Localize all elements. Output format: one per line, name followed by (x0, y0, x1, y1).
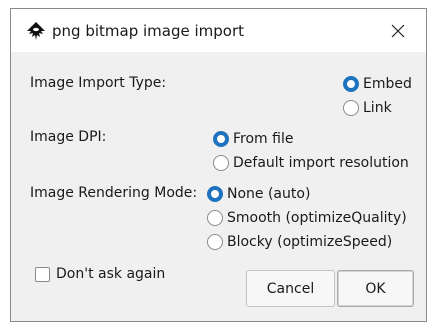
dont-ask-checkbox[interactable]: Don't ask again (35, 264, 165, 284)
import-type-label: Image Import Type: (30, 75, 167, 91)
radio-blocky-label: Blocky (optimizeSpeed) (227, 234, 393, 250)
radio-default-resolution-label: Default import resolution (233, 155, 409, 171)
radio-none-auto[interactable]: None (auto) (207, 184, 310, 204)
radio-none-auto-label: None (auto) (227, 186, 311, 202)
cancel-button[interactable]: Cancel (246, 270, 335, 307)
dont-ask-label: Don't ask again (56, 266, 166, 282)
radio-default-resolution[interactable]: Default import resolution (213, 153, 409, 173)
radio-embed-label: Embed (363, 76, 412, 92)
dpi-label: Image DPI: (30, 129, 107, 145)
radio-from-file-indicator (213, 131, 229, 147)
radio-blocky-indicator (207, 234, 223, 250)
radio-none-auto-indicator (207, 186, 223, 202)
title-bar[interactable]: png bitmap image import (11, 9, 426, 52)
radio-from-file[interactable]: From file (213, 129, 293, 149)
rendering-mode-label: Image Rendering Mode: (30, 185, 198, 201)
radio-embed-indicator (343, 76, 359, 92)
radio-smooth-indicator (207, 210, 223, 226)
radio-default-resolution-indicator (213, 155, 229, 171)
close-icon (391, 24, 405, 38)
radio-smooth-label: Smooth (optimizeQuality) (227, 210, 407, 226)
radio-embed[interactable]: Embed (343, 74, 412, 94)
radio-smooth[interactable]: Smooth (optimizeQuality) (207, 208, 407, 228)
radio-link-label: Link (363, 100, 392, 116)
dont-ask-checkbox-box (35, 266, 50, 282)
window-title: png bitmap image import (52, 22, 244, 40)
close-button[interactable] (381, 15, 415, 47)
radio-from-file-label: From file (233, 131, 294, 147)
radio-blocky[interactable]: Blocky (optimizeSpeed) (207, 232, 392, 252)
inkscape-icon (27, 22, 45, 40)
radio-link[interactable]: Link (343, 98, 392, 118)
import-dialog: png bitmap image import Image Import Typ… (10, 8, 427, 322)
ok-button[interactable]: OK (337, 270, 414, 307)
radio-link-indicator (343, 100, 359, 116)
